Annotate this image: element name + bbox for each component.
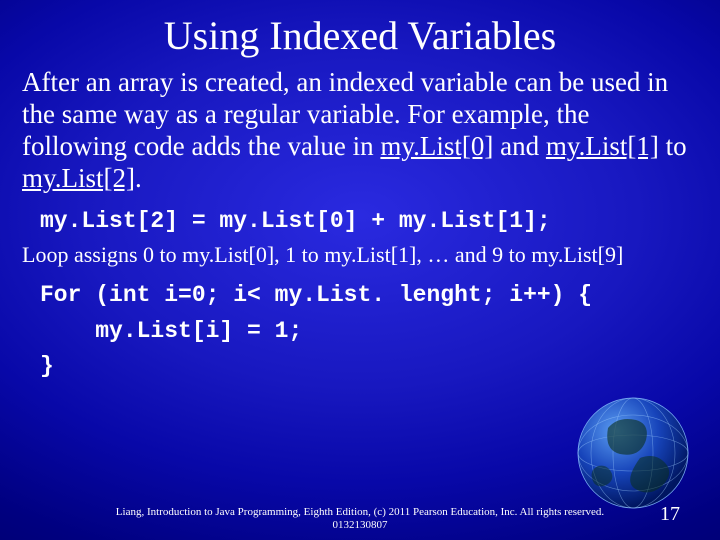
code-for-loop: For (int i=0; i< my.List. lenght; i++) {… [40, 278, 698, 385]
page-number: 17 [660, 503, 680, 526]
para-mid2: to [659, 131, 687, 161]
para-mid1: and [493, 131, 545, 161]
ref-mylist-1: my.List[1] [546, 131, 659, 161]
globe-icon [568, 388, 698, 518]
ref-mylist-0: my.List[0] [380, 131, 493, 161]
slide-title: Using Indexed Variables [0, 0, 720, 67]
ref-mylist-2: my.List[2] [22, 163, 135, 193]
slide-body: After an array is created, an indexed va… [0, 67, 720, 385]
footer-citation: Liang, Introduction to Java Programming,… [0, 506, 720, 532]
loop-description: Loop assigns 0 to my.List[0], 1 to my.Li… [22, 242, 698, 268]
body-paragraph: After an array is created, an indexed va… [22, 67, 698, 194]
code-assignment: my.List[2] = my.List[0] + my.List[1]; [40, 208, 698, 236]
slide: Using Indexed Variables After an array i… [0, 0, 720, 540]
para-tail: . [135, 163, 142, 193]
